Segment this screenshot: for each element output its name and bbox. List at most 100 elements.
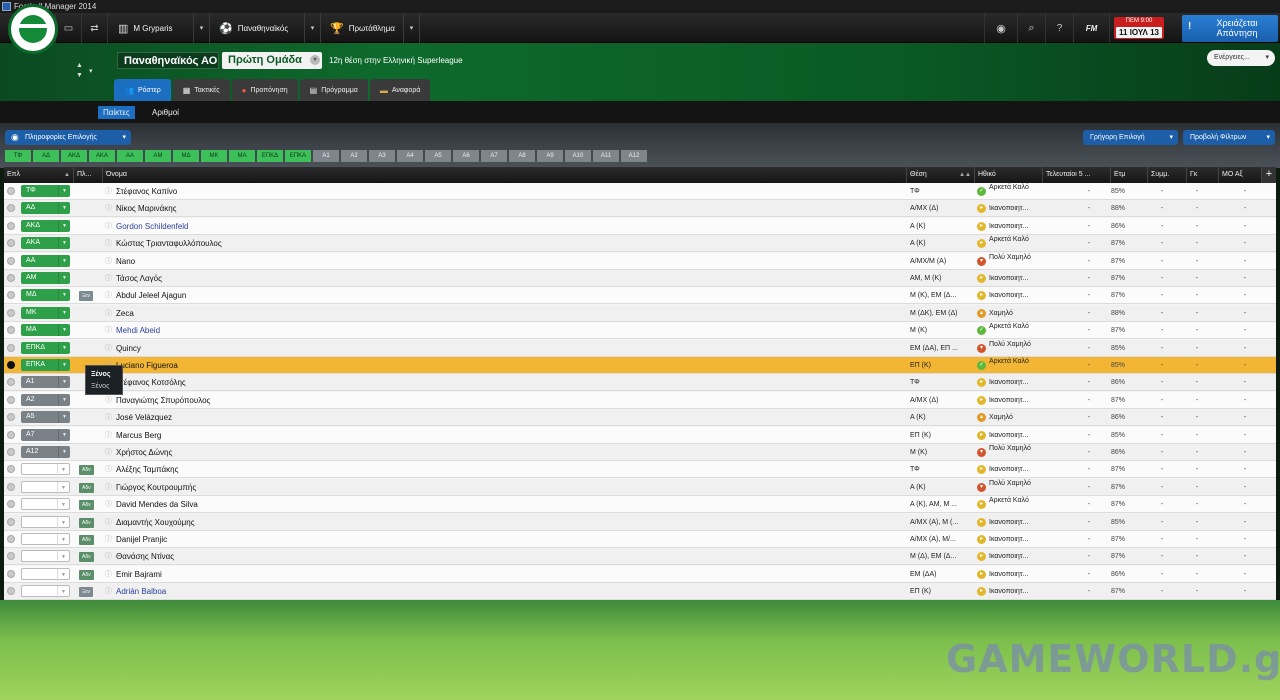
selection-dropdown[interactable]: ΑΑ ▼	[21, 253, 71, 270]
info-icon[interactable]: ⓘ	[105, 200, 113, 217]
info-icon[interactable]: ⓘ	[105, 183, 113, 200]
search-button[interactable]: ⌕	[1018, 13, 1046, 43]
subtab-numbers[interactable]: Αριθμοί	[147, 106, 184, 119]
row-checkbox[interactable]	[7, 218, 17, 235]
player-name[interactable]: Gordon Schildenfeld	[116, 218, 906, 235]
player-status[interactable]: Ξεν	[79, 583, 101, 600]
player-status[interactable]	[79, 427, 101, 444]
table-row[interactable]: Α12 ▼ ⓘ Χρήστος Δώνης Μ (Κ) ▾ Πολύ Χαμηλό - 86% -…	[4, 444, 1276, 461]
player-name[interactable]: Διαμαντής Χουχούμης	[116, 514, 906, 531]
position-button[interactable]: Α9	[537, 150, 563, 162]
position-button[interactable]: ΑΑ	[117, 150, 143, 162]
table-row[interactable]: ΜΚ ▼ ⓘ Zeca Μ (ΔΚ), ΕΜ (Δ) ▴ Χαμηλό - 88% - - -	[4, 304, 1276, 322]
row-checkbox[interactable]	[7, 392, 17, 409]
player-status[interactable]: Αδν	[79, 461, 101, 478]
selection-dropdown[interactable]: ΤΦ ▼	[21, 183, 71, 200]
col-status[interactable]: Πλ...	[74, 167, 103, 183]
player-name[interactable]: Θανάσης Ντίνας	[116, 548, 906, 565]
position-button[interactable]: Α3	[369, 150, 395, 162]
table-row[interactable]: ΑΜ ▼ ⓘ Τάσος Λαγός ΑΜ, Μ (Κ) ▸ Ικανοποιητ... - 8…	[4, 270, 1276, 287]
info-icon[interactable]: ⓘ	[105, 340, 113, 357]
info-icon[interactable]: ⓘ	[105, 548, 113, 565]
position-button[interactable]: Α10	[565, 150, 591, 162]
selection-dropdown[interactable]: ΑΜ ▼	[21, 270, 71, 287]
selection-dropdown[interactable]: ▼	[21, 514, 71, 531]
continue-button[interactable]: ! Χρειάζεται Απάντηση	[1182, 15, 1278, 42]
chevron-down-icon[interactable]: ▾	[89, 67, 93, 75]
table-row[interactable]: ΕΠΚΑ▼ⓘLuciano FigueroaΕΠ (Κ)✓Αρκετά Καλό…	[4, 357, 1276, 374]
player-name[interactable]: Emir Bajrami	[116, 566, 906, 583]
position-button[interactable]: Α6	[453, 150, 479, 162]
col-last5[interactable]: Τελευταίοι 5 ...	[1043, 167, 1111, 183]
row-checkbox[interactable]	[7, 270, 17, 287]
player-name[interactable]: David Mendes da Silva	[116, 496, 906, 513]
player-status[interactable]	[79, 235, 101, 252]
club-menu[interactable]: ⚽ Παναθηναϊκός ▾	[211, 13, 321, 43]
table-row[interactable]: Α7 ▼ ⓘ Marcus Berg ΕΠ (Κ) ▸ Ικανοποιητ... - 85% -…	[4, 426, 1276, 444]
selection-dropdown[interactable]: Α1 ▼	[21, 374, 71, 391]
row-checkbox[interactable]	[7, 566, 17, 583]
selection-dropdown[interactable]: ▼	[21, 583, 71, 600]
add-column-icon[interactable]: +	[1262, 167, 1276, 183]
info-icon[interactable]: ⓘ	[105, 583, 113, 600]
position-button[interactable]: ΕΠΚΑ	[285, 150, 311, 162]
help-button[interactable]: ?	[1046, 13, 1074, 43]
player-name[interactable]: Luciano Figueroa	[116, 357, 906, 374]
position-button[interactable]: Α11	[593, 150, 619, 162]
position-button[interactable]: ΜΔ	[173, 150, 199, 162]
info-icon[interactable]: ⓘ	[105, 531, 113, 548]
player-status[interactable]	[79, 253, 101, 270]
player-name[interactable]: Danijel Pranjic	[116, 531, 906, 548]
col-sel[interactable]: Επλ ▲	[4, 167, 74, 183]
table-row[interactable]: ▼ Αδν ⓘ David Mendes da Silva Α (Κ), ΑΜ, Μ .…	[4, 496, 1276, 514]
player-name[interactable]: Νίκος Μαρινάκης	[116, 200, 906, 217]
info-icon[interactable]: ⓘ	[105, 514, 113, 531]
player-name[interactable]: José Velázquez	[116, 409, 906, 426]
selection-dropdown[interactable]: Α12 ▼	[21, 444, 71, 461]
player-name[interactable]: Παναγιώτης Σπυρόπουλος	[116, 392, 906, 409]
row-checkbox[interactable]	[7, 253, 17, 270]
table-row[interactable]: ▼ Αδν ⓘ Emir Bajrami ΕΜ (ΔΑ) ▸ Ικανοποιητ... - 8…	[4, 565, 1276, 583]
position-button[interactable]: Α8	[509, 150, 535, 162]
position-button[interactable]: ΑΚΑ	[89, 150, 115, 162]
col-avg[interactable]: ΜΟ Αξ	[1219, 167, 1262, 183]
selection-dropdown[interactable]: ΜΚ ▼	[21, 305, 71, 322]
player-status[interactable]	[79, 270, 101, 287]
col-goals[interactable]: Γκ	[1187, 167, 1219, 183]
player-name[interactable]: Marcus Berg	[116, 427, 906, 444]
info-icon[interactable]: ⓘ	[105, 444, 113, 461]
selection-dropdown[interactable]: Α2 ▼	[21, 392, 71, 409]
table-row[interactable]: ΕΠΚΔ ▼ ⓘ Quincy ΕΜ (ΔΑ), ΕΠ ... ▾ Πολύ Χαμηλό -…	[4, 339, 1276, 357]
table-row[interactable]: ΤΦ ▼ ⓘ Στέφανος Καπίνο ΤΦ ✓ Αρκετά Καλό - 85% - - -	[4, 183, 1276, 200]
table-row[interactable]: ΜΔ ▼ Ξεν ⓘ Abdul Jeleel Ajagun Μ (Κ), ΕΜ (Δ..…	[4, 287, 1276, 305]
selection-dropdown[interactable]: ▼	[21, 531, 71, 548]
info-icon[interactable]: ⓘ	[105, 322, 113, 339]
info-icon[interactable]: ⓘ	[105, 235, 113, 252]
player-status[interactable]	[79, 409, 101, 426]
info-icon[interactable]: ⓘ	[105, 479, 113, 496]
row-checkbox[interactable]	[7, 374, 17, 391]
selection-dropdown[interactable]: ▼	[21, 548, 71, 565]
position-button[interactable]: Α12	[621, 150, 647, 162]
selection-dropdown[interactable]: ΕΠΚΔ ▼	[21, 340, 71, 357]
col-position[interactable]: Θέση ▲▲	[907, 167, 975, 183]
selection-dropdown[interactable]: ΑΚΔ ▼	[21, 218, 71, 235]
col-attitude[interactable]: Ηθικό	[975, 167, 1043, 183]
row-checkbox[interactable]	[7, 444, 17, 461]
table-row[interactable]: ΜΑ ▼ ⓘ Mehdi Abeid Μ (Κ) ✓ Αρκετά Καλό - 87% - - -	[4, 322, 1276, 340]
club-switch-arrows[interactable]: ▲ ▼ ▾	[72, 62, 98, 82]
col-apps[interactable]: Συμμ.	[1148, 167, 1187, 183]
row-checkbox[interactable]	[7, 340, 17, 357]
info-icon[interactable]: ⓘ	[105, 496, 113, 513]
fm-menu[interactable]: FM	[1074, 13, 1110, 43]
player-status[interactable]: Αδν	[79, 566, 101, 583]
position-button[interactable]: ΤΦ	[5, 150, 31, 162]
table-row[interactable]: ΑΔ ▼ ⓘ Νίκος Μαρινάκης Α/ΜΧ (Δ) ▸ Ικανοποιητ..…	[4, 200, 1276, 218]
row-checkbox[interactable]	[7, 409, 17, 426]
player-status[interactable]	[79, 340, 101, 357]
table-row[interactable]: ▼ Αδν ⓘ Danijel Pranjic Α/ΜΧ (Α), Μ/... ▸ Ικαν…	[4, 531, 1276, 548]
info-icon[interactable]: ⓘ	[105, 270, 113, 287]
position-button[interactable]: ΕΠΚΔ	[257, 150, 283, 162]
row-checkbox[interactable]	[7, 322, 17, 339]
quick-select-button[interactable]: Γρήγορη Επιλογή ▾	[1083, 130, 1178, 145]
